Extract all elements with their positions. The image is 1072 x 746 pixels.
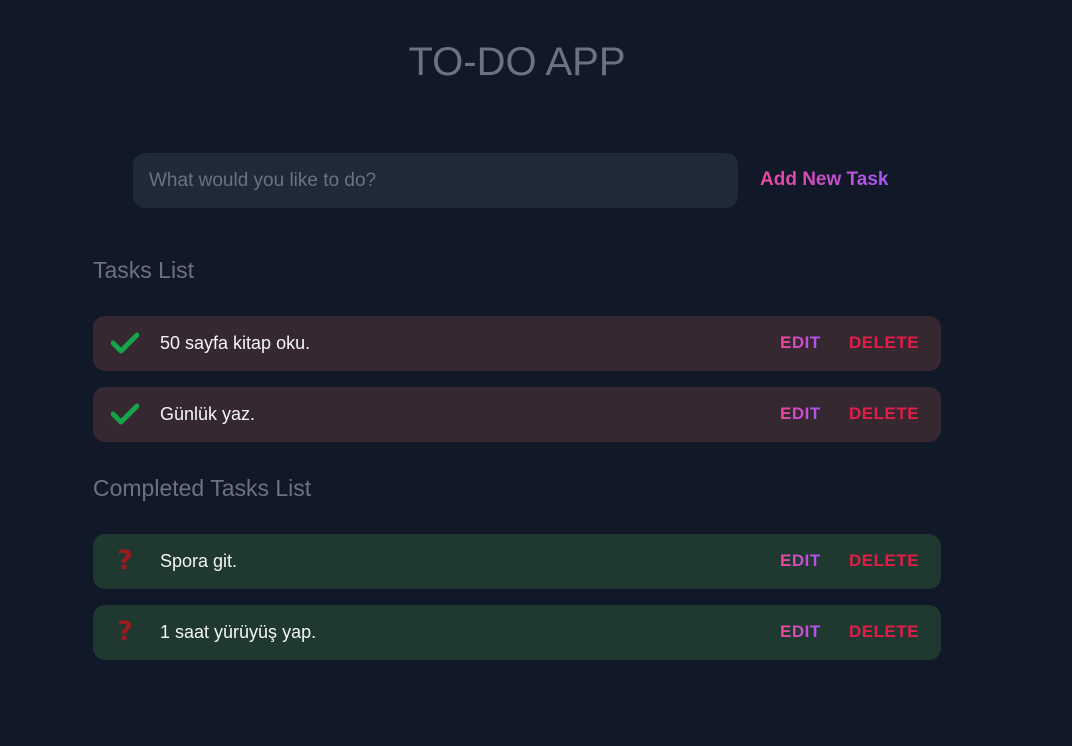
- checkmark-icon[interactable]: [109, 328, 141, 358]
- completed-task-item: ? 1 saat yürüyüş yap. EDIT DELETE: [93, 605, 941, 660]
- edit-button[interactable]: EDIT: [780, 404, 821, 424]
- edit-button[interactable]: EDIT: [780, 622, 821, 642]
- task-item: 50 sayfa kitap oku. EDIT DELETE: [93, 316, 941, 371]
- question-mark-icon[interactable]: ?: [109, 617, 141, 647]
- new-task-input[interactable]: [133, 153, 738, 208]
- edit-button[interactable]: EDIT: [780, 333, 821, 353]
- delete-button[interactable]: DELETE: [849, 333, 919, 353]
- task-item: Günlük yaz. EDIT DELETE: [93, 387, 941, 442]
- delete-button[interactable]: DELETE: [849, 551, 919, 571]
- edit-button[interactable]: EDIT: [780, 551, 821, 571]
- app-title: TO-DO APP: [408, 40, 626, 84]
- question-mark-icon[interactable]: ?: [109, 546, 141, 576]
- add-new-task-button[interactable]: Add New Task: [760, 166, 888, 194]
- task-text: Spora git.: [160, 551, 238, 571]
- completed-tasks-list-title: Completed Tasks List: [93, 475, 312, 501]
- checkmark-icon[interactable]: [109, 399, 141, 429]
- tasks-list-title: Tasks List: [93, 257, 194, 283]
- task-text: 50 sayfa kitap oku.: [160, 333, 311, 353]
- delete-button[interactable]: DELETE: [849, 622, 919, 642]
- task-text: Günlük yaz.: [160, 404, 256, 424]
- delete-button[interactable]: DELETE: [849, 404, 919, 424]
- task-text: 1 saat yürüyüş yap.: [160, 622, 317, 642]
- completed-task-item: ? Spora git. EDIT DELETE: [93, 534, 941, 589]
